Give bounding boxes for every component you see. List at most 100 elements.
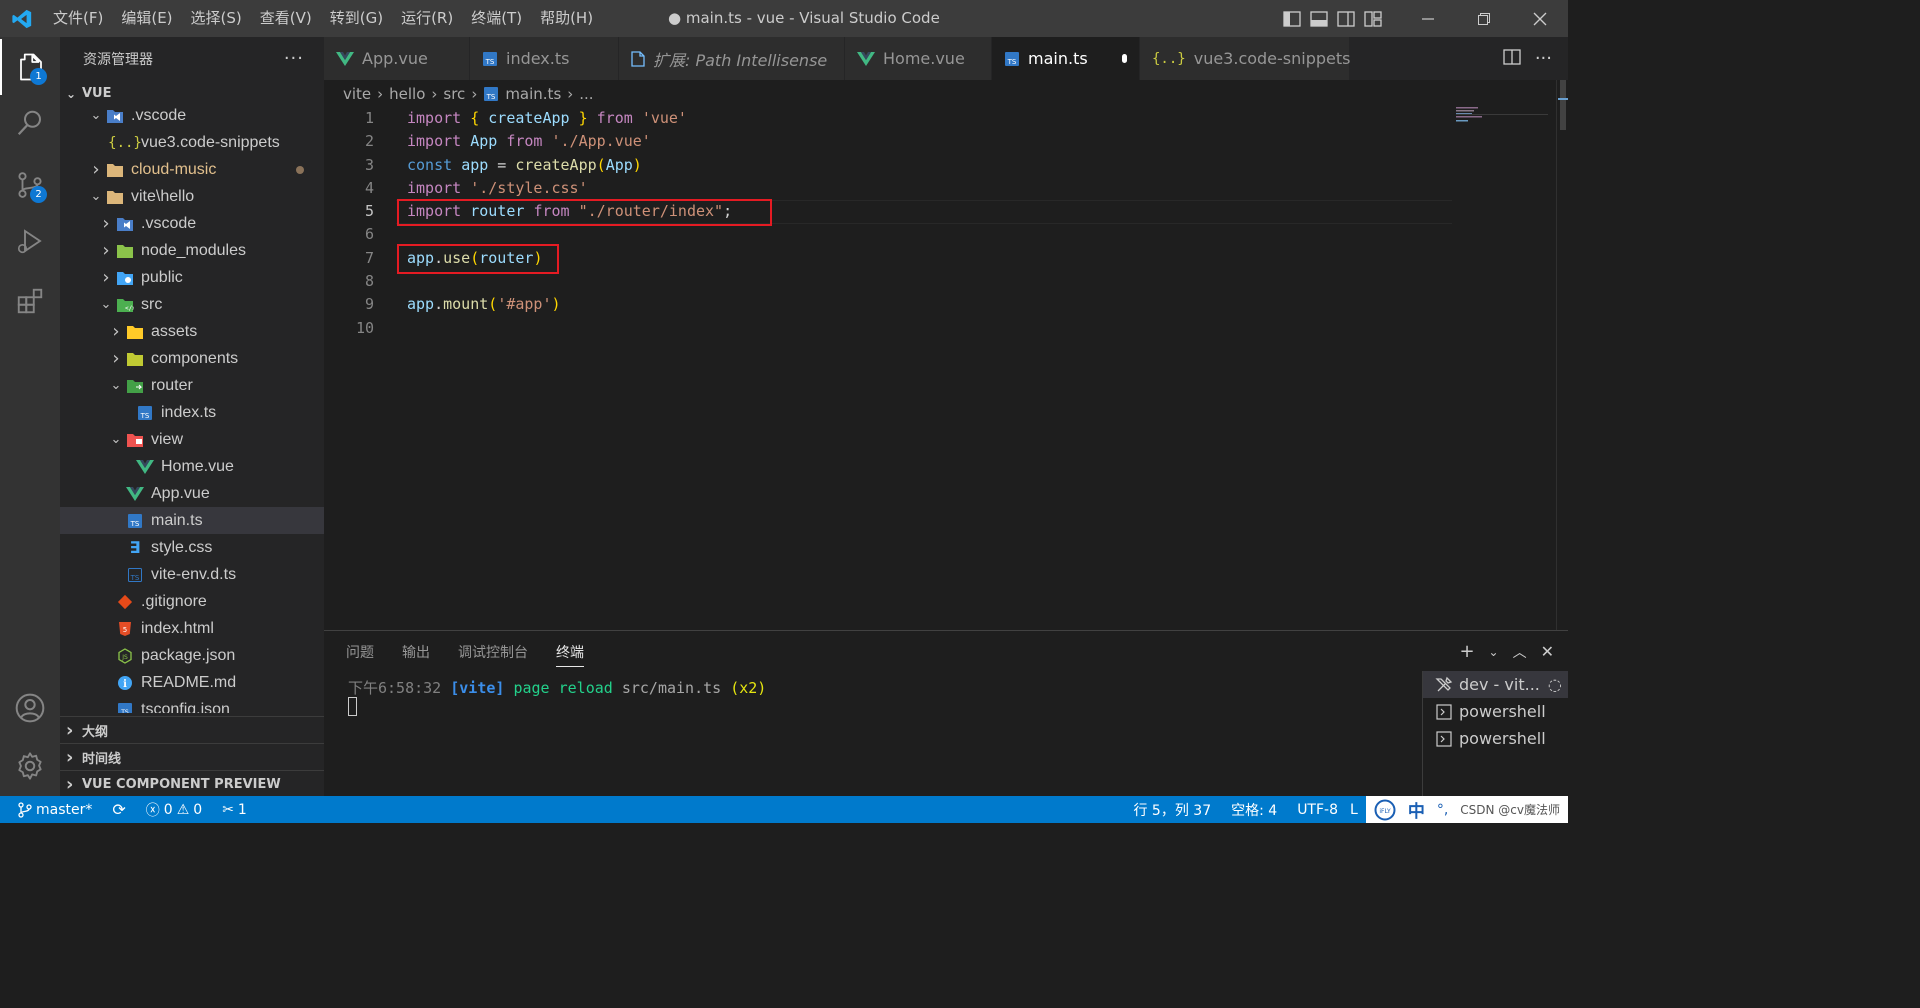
code-token: .: [434, 295, 444, 314]
tree-item[interactable]: › node_modules: [60, 237, 324, 264]
tree-item[interactable]: › components: [60, 345, 324, 372]
tree-item[interactable]: {..} vue3.code-snippets: [60, 129, 324, 156]
toggle-secondary-sidebar-icon[interactable]: [1332, 0, 1359, 37]
explorer-sidebar: 资源管理器 ··· ⌄ VUE ⌄ .vscode {..} vue3.code-sn…: [60, 37, 324, 796]
code-editor[interactable]: 1 2 3 4 5 6 7 8 9 10 import { createApp } from 'v…: [324, 107, 1568, 630]
editor-more-actions-icon[interactable]: ···: [1535, 48, 1552, 69]
tree-item[interactable]: ⌄ vite\hello: [60, 183, 324, 210]
terminal-instance[interactable]: powershell: [1423, 698, 1568, 725]
sidebar-section-header[interactable]: › 时间线: [60, 743, 324, 770]
tree-item[interactable]: › assets: [60, 318, 324, 345]
panel-tab[interactable]: 终端: [556, 641, 584, 667]
maximize-panel-icon[interactable]: ︿: [1513, 642, 1527, 662]
code-line[interactable]: import App from './App.vue': [407, 130, 732, 153]
sidebar-section-header[interactable]: › VUE COMPONENT PREVIEW: [60, 770, 324, 797]
minimize-icon[interactable]: [1400, 0, 1456, 37]
tree-item[interactable]: .gitignore: [60, 588, 324, 615]
code-line[interactable]: import './style.css': [407, 177, 732, 200]
tree-item[interactable]: Home.vue: [60, 453, 324, 480]
editor-tab[interactable]: {..} vue3.code-snippets: [1140, 37, 1350, 80]
menu-item[interactable]: 帮助(H): [531, 0, 602, 37]
menu-item[interactable]: 文件(F): [44, 0, 112, 37]
more-actions-icon[interactable]: ···: [284, 48, 304, 69]
tree-item[interactable]: ⌄ router: [60, 372, 324, 399]
tree-item[interactable]: › cloud-music: [60, 156, 324, 183]
tree-item[interactable]: TS index.ts: [60, 399, 324, 426]
panel-tab[interactable]: 输出: [402, 641, 430, 667]
menu-item[interactable]: 查看(V): [251, 0, 321, 37]
menu-item[interactable]: 转到(G): [321, 0, 392, 37]
tree-item[interactable]: TS vite-env.d.ts: [60, 561, 324, 588]
editor-tab[interactable]: Home.vue: [845, 37, 992, 80]
breadcrumb-item[interactable]: main.ts: [505, 85, 561, 103]
tree-item[interactable]: ⌄ view: [60, 426, 324, 453]
split-editor-icon[interactable]: [1503, 48, 1521, 69]
line-number: 4: [364, 178, 374, 197]
minimap[interactable]: [1456, 107, 1548, 123]
customize-layout-icon[interactable]: [1359, 0, 1386, 37]
extensions-icon[interactable]: [0, 273, 60, 329]
tree-item[interactable]: › public: [60, 264, 324, 291]
close-panel-icon[interactable]: ✕: [1541, 642, 1554, 661]
run-debug-icon[interactable]: [0, 213, 60, 269]
menu-item[interactable]: 选择(S): [182, 0, 251, 37]
panel-tab[interactable]: 调试控制台: [458, 641, 528, 667]
breadcrumb-item[interactable]: ...: [579, 85, 593, 103]
menu-item[interactable]: 编辑(E): [112, 0, 181, 37]
code-line[interactable]: [407, 317, 732, 340]
ime-toolbar[interactable]: iFLY 中 °, CSDN @cv魔法师: [1365, 796, 1568, 823]
close-icon[interactable]: [1512, 0, 1568, 37]
ports-status[interactable]: ✂ 1: [212, 796, 257, 823]
code-line[interactable]: app.mount('#app'): [407, 293, 732, 316]
ime-logo-icon: iFLY: [1374, 799, 1396, 820]
explorer-files-icon[interactable]: 1: [0, 39, 60, 95]
tree-item[interactable]: TS main.ts: [60, 507, 324, 534]
breadcrumb-item[interactable]: vite: [343, 85, 371, 103]
tree-item[interactable]: ⌄ </> src: [60, 291, 324, 318]
manage-gear-icon[interactable]: [0, 738, 60, 794]
eol-status[interactable]: L: [1348, 796, 1360, 823]
tree-item[interactable]: TS tsconfig.json: [60, 696, 324, 713]
line-number: 9: [364, 295, 374, 314]
new-terminal-icon[interactable]: +: [1459, 641, 1474, 662]
unsaved-dot-icon[interactable]: [1121, 54, 1127, 63]
breadcrumb-item[interactable]: hello: [389, 85, 425, 103]
cursor-position[interactable]: 行 5，列 37: [1123, 796, 1221, 823]
tree-item[interactable]: ⌄ .vscode: [60, 102, 324, 129]
tree-item[interactable]: JS package.json: [60, 642, 324, 669]
tree-item[interactable]: 5 index.html: [60, 615, 324, 642]
editor-tab[interactable]: App.vue: [324, 37, 470, 80]
menu-item[interactable]: 终端(T): [462, 0, 531, 37]
toggle-primary-sidebar-icon[interactable]: [1278, 0, 1305, 37]
terminal-message: page reload: [513, 679, 613, 697]
accounts-icon[interactable]: [0, 680, 60, 736]
code-line[interactable]: import { createApp } from 'vue': [407, 107, 732, 130]
search-icon[interactable]: [0, 95, 60, 151]
editor-tab[interactable]: 扩展: Path Intellisense: [619, 37, 845, 80]
toggle-panel-icon[interactable]: [1305, 0, 1332, 37]
code-line[interactable]: const app = createApp(App): [407, 154, 732, 177]
tree-item[interactable]: › .vscode: [60, 210, 324, 237]
editor-tab[interactable]: TS index.ts: [470, 37, 619, 80]
breadcrumb-separator-icon: ›: [567, 84, 574, 103]
editor-tab[interactable]: TS main.ts: [992, 37, 1140, 80]
indentation[interactable]: 空格: 4: [1221, 796, 1287, 823]
restore-icon[interactable]: [1456, 0, 1512, 37]
tree-item[interactable]: ∃ style.css: [60, 534, 324, 561]
problems-status[interactable]: ⓧ 0 ⚠ 0: [136, 796, 212, 823]
branch-status[interactable]: master*: [0, 796, 102, 823]
sidebar-section-header[interactable]: › 大纲: [60, 716, 324, 743]
breadcrumb-item[interactable]: src: [443, 85, 465, 103]
tree-item[interactable]: i README.md: [60, 669, 324, 696]
encoding[interactable]: UTF-8: [1287, 796, 1348, 823]
source-control-icon[interactable]: 2: [0, 157, 60, 213]
tree-item[interactable]: App.vue: [60, 480, 324, 507]
terminal-instance[interactable]: dev - vit... ◌: [1423, 671, 1568, 698]
terminal-instance[interactable]: powershell: [1423, 725, 1568, 752]
terminal-dropdown-chevron-icon[interactable]: ⌄: [1489, 645, 1499, 659]
panel-tab[interactable]: 问题: [346, 641, 374, 667]
overview-ruler[interactable]: [1556, 80, 1568, 630]
menu-item[interactable]: 运行(R): [392, 0, 462, 37]
sync-button[interactable]: ⟳: [102, 796, 135, 823]
